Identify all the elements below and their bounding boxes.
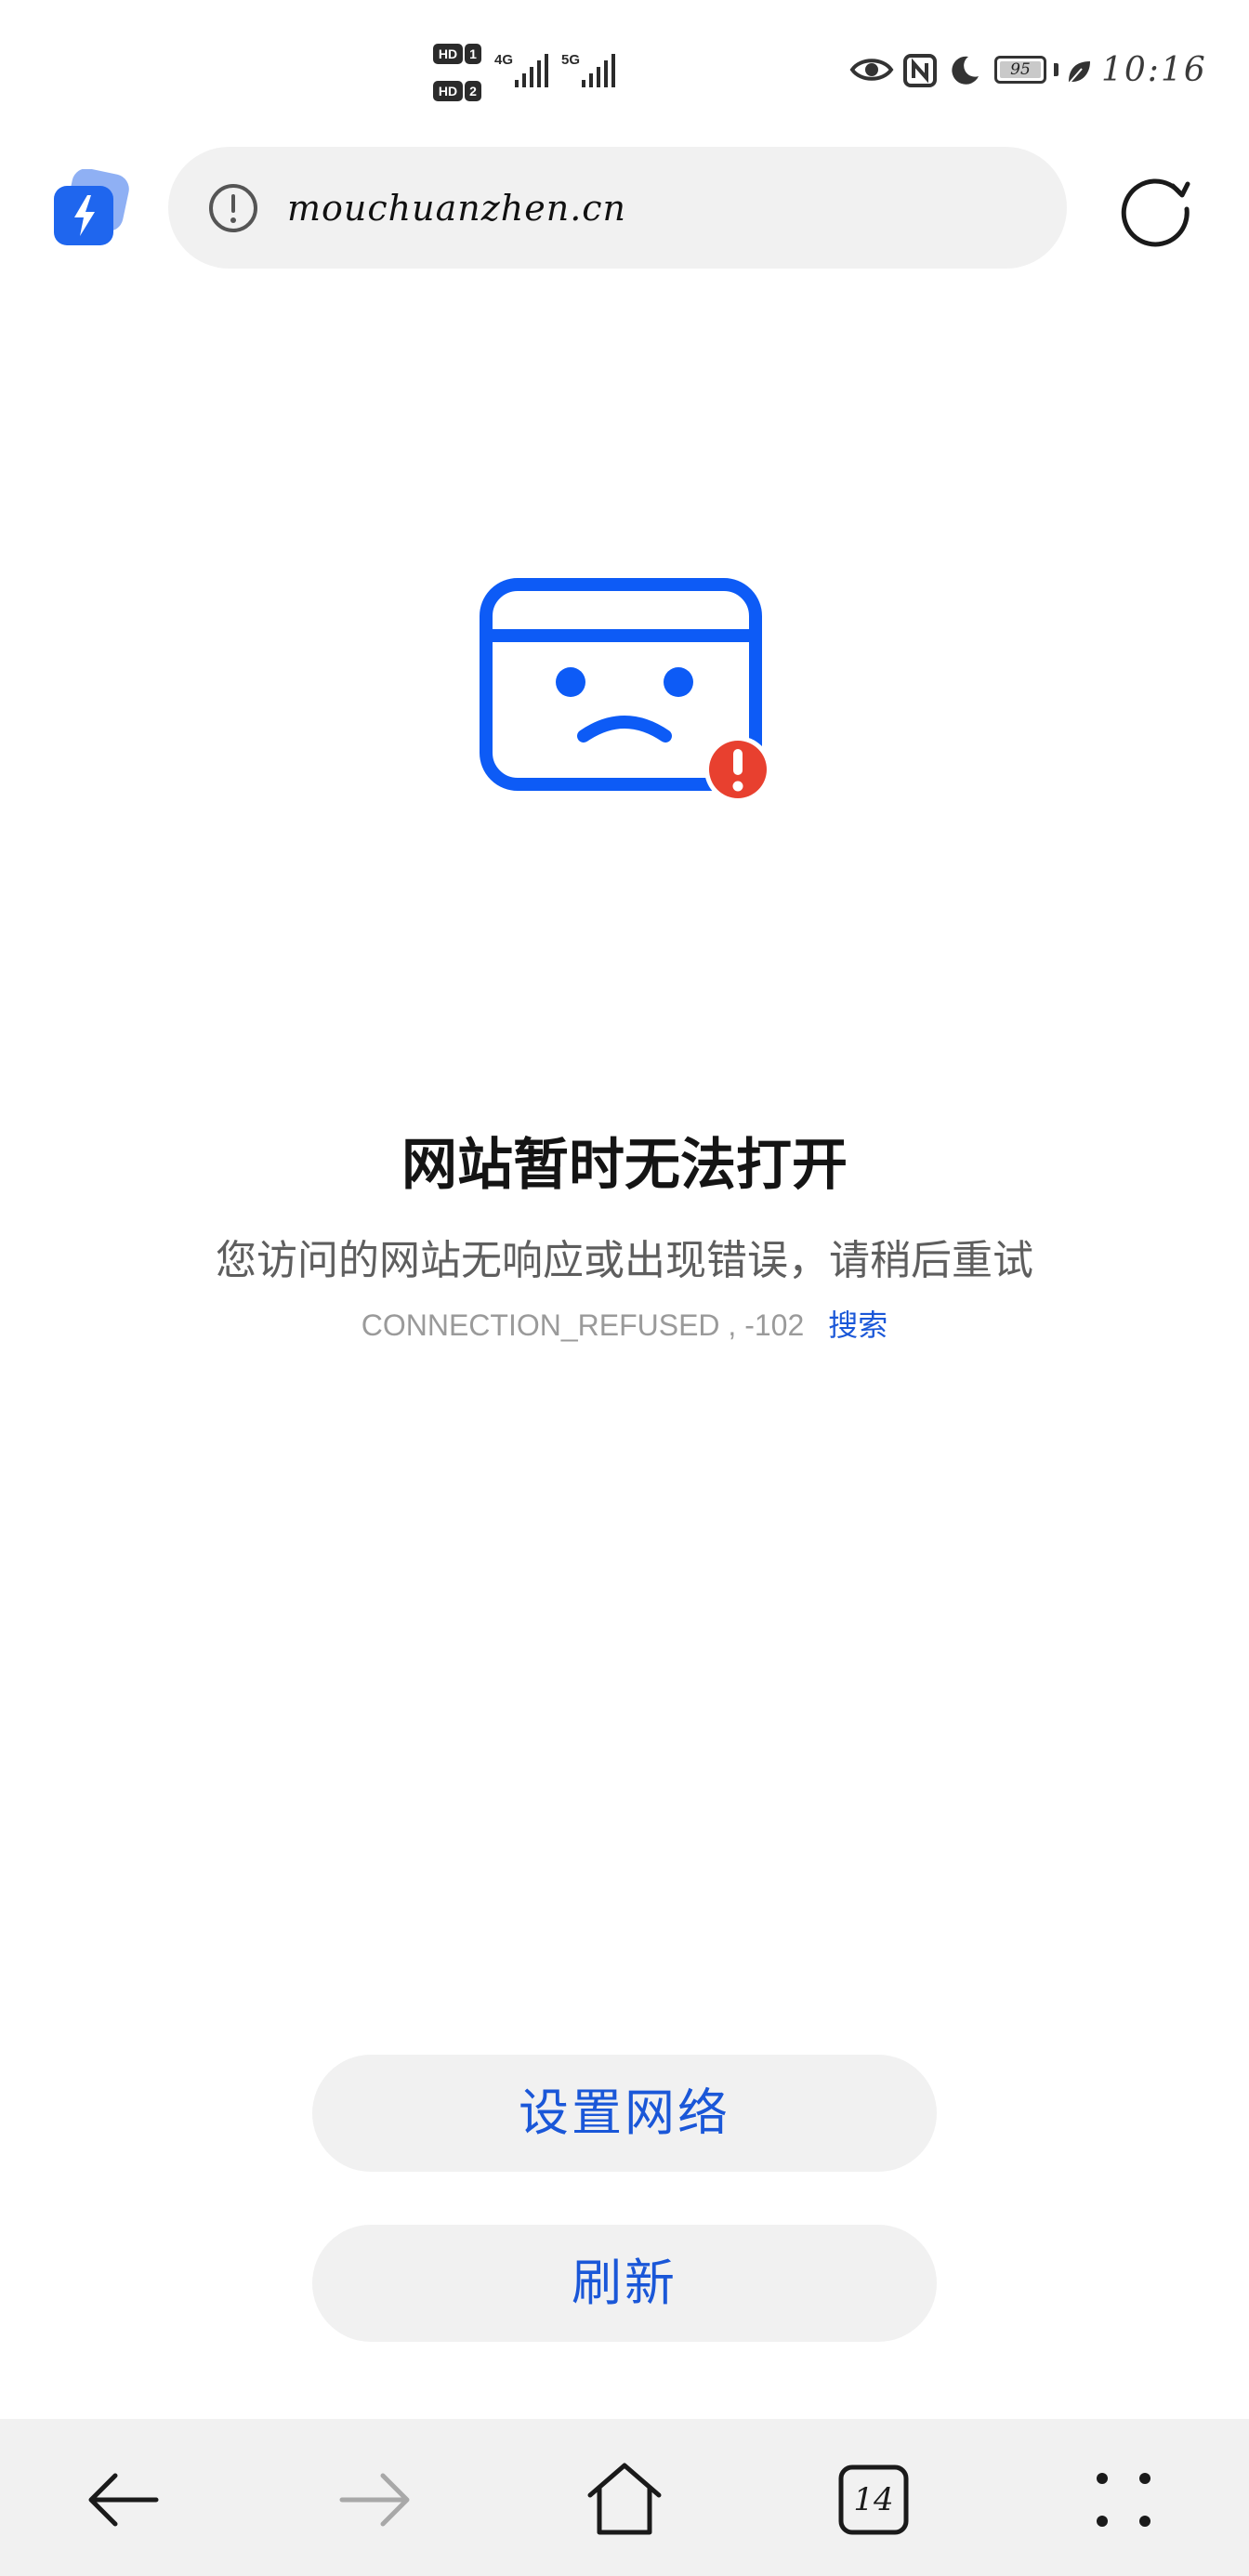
tab-count: 14 — [853, 2481, 894, 2518]
more-dots-icon[interactable] — [1082, 2458, 1165, 2542]
battery-tip — [1054, 63, 1058, 76]
app-bolt-icon[interactable] — [52, 169, 130, 247]
error-title: 网站暂时无法打开 — [401, 1133, 848, 1198]
sim2-hd-indicator: HD 2 — [433, 81, 483, 101]
signal-strength-2-icon — [582, 54, 615, 87]
sim1-number: 1 — [465, 44, 481, 64]
sad-page-icon — [480, 578, 771, 803]
sim1-hd-label: HD — [433, 44, 463, 64]
do-not-disturb-icon — [952, 56, 979, 85]
network-type-1: 4G — [494, 52, 514, 68]
error-description: 您访问的网站无响应或出现错误，请稍后重试 — [216, 1237, 1033, 1284]
url-text[interactable]: mouchuanzhen.cn — [287, 182, 626, 234]
battery-level: 95 — [1010, 60, 1031, 79]
site-info-icon[interactable] — [207, 182, 259, 234]
forward-arrow-icon[interactable] — [333, 2458, 416, 2542]
nfc-icon — [903, 54, 937, 87]
url-bar[interactable]: mouchuanzhen.cn — [168, 147, 1067, 269]
clock-time: 10:16 — [1101, 51, 1207, 89]
error-code: CONNECTION_REFUSED , -102 — [361, 1308, 805, 1342]
refresh-button[interactable]: 刷新 — [312, 2225, 937, 2342]
eye-comfort-icon — [849, 59, 894, 81]
back-arrow-icon[interactable] — [82, 2458, 165, 2542]
reload-icon[interactable] — [1115, 169, 1195, 249]
bottom-toolbar: 14 — [0, 2419, 1249, 2576]
home-icon[interactable] — [583, 2458, 666, 2542]
signal-strength-1-icon — [515, 54, 548, 87]
network-settings-button[interactable]: 设置网络 — [312, 2055, 937, 2172]
tabs-button[interactable]: 14 — [832, 2458, 915, 2542]
battery-icon: 95 — [994, 56, 1046, 84]
search-link[interactable]: 搜索 — [828, 1308, 887, 1343]
sim2-number: 2 — [465, 81, 481, 101]
error-code-line: CONNECTION_REFUSED , -102 搜索 — [0, 1304, 1249, 1347]
sim1-hd-indicator: HD 1 — [433, 44, 483, 64]
network-type-2: 5G — [561, 52, 581, 68]
leaf-icon — [1068, 61, 1090, 85]
sim2-hd-label: HD — [433, 81, 463, 101]
status-bar: HD 1 HD 2 4G 5G 95 10:16 — [0, 0, 1249, 139]
